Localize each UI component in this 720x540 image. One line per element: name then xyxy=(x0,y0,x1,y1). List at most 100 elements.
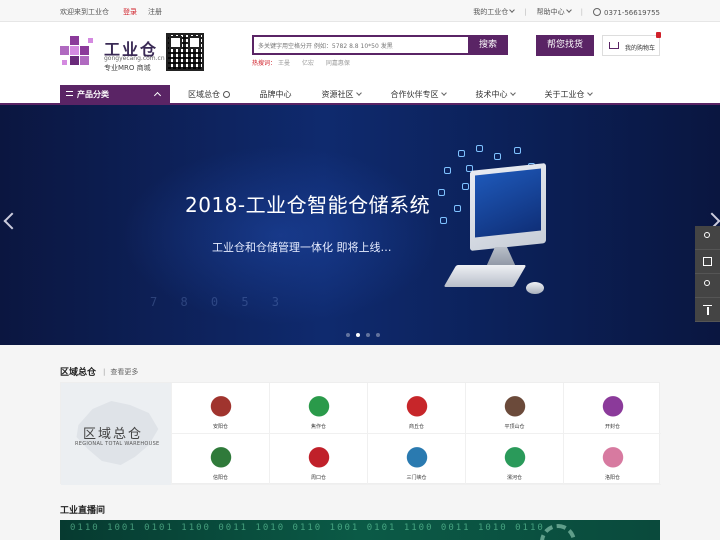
city-warehouse-item[interactable]: 焦作仓 xyxy=(269,383,367,434)
slide-dots xyxy=(346,333,380,337)
city-logo-icon xyxy=(405,392,428,418)
nav-item-resource-community[interactable]: 资源社区 xyxy=(321,85,362,105)
hot-keyword[interactable]: 同嘉惠保 xyxy=(326,60,350,67)
city-logo-icon xyxy=(209,392,232,418)
back-to-top-button[interactable] xyxy=(695,298,720,322)
slide-dot-active[interactable] xyxy=(356,333,360,337)
my-account-menu[interactable]: 我的工业仓 xyxy=(473,7,516,17)
region-panel: 区域总仓 REGIONAL TOTAL WAREHOUSE 安阳仓 焦作仓 商丘仓 平… xyxy=(60,382,661,485)
top-bar-right: 我的工业仓 | 帮助中心 | 0371-56619755 xyxy=(473,7,660,17)
header: 工业仓 gongyecang.com.cn 专业MRO 商城 搜索 热搜词： 王… xyxy=(0,22,720,85)
city-warehouse-item[interactable]: 平顶山仓 xyxy=(465,383,563,434)
help-center-menu[interactable]: 帮助中心 xyxy=(537,7,572,17)
logo-domain: gongyecang.com.cn xyxy=(104,55,165,62)
city-logo-icon xyxy=(209,443,232,469)
region-map-title: 区域总仓 xyxy=(83,427,144,442)
hot-keyword[interactable]: 王曼 xyxy=(278,60,290,67)
hot-keywords-label: 热搜词： xyxy=(252,60,277,67)
search-button[interactable]: 搜索 xyxy=(468,35,508,55)
city-warehouse-item[interactable]: 周口仓 xyxy=(269,434,367,485)
nav-item-partner-zone[interactable]: 合作伙伴专区 xyxy=(391,85,447,105)
logo[interactable]: 工业仓 gongyecang.com.cn 专业MRO 商城 xyxy=(60,32,165,76)
cart-icon xyxy=(609,42,619,49)
product-category-label: 产品分类 xyxy=(77,90,109,99)
cart-label: 我的购物车 xyxy=(625,45,656,52)
live-banner-binary: 0110 1001 0101 1100 0011 1010 0110 1001 … xyxy=(70,523,545,533)
help-circle-icon xyxy=(222,91,230,98)
logo-slogan: 专业MRO 商城 xyxy=(104,64,151,72)
slide-dot[interactable] xyxy=(346,333,350,337)
hot-keywords: 热搜词： 王曼 亿宏 同嘉惠保 xyxy=(252,58,360,67)
chevron-down-icon xyxy=(586,90,593,96)
keyboard-illustration xyxy=(443,265,527,287)
chevron-down-icon xyxy=(440,90,447,96)
headset-icon xyxy=(704,280,710,286)
city-logo-icon xyxy=(307,443,330,469)
city-name: 开封仓 xyxy=(604,424,620,430)
region-map[interactable]: 区域总仓 REGIONAL TOTAL WAREHOUSE xyxy=(61,383,171,485)
prev-slide-arrow-icon[interactable] xyxy=(3,212,21,230)
city-name: 焦作仓 xyxy=(310,424,326,430)
product-category-button[interactable]: 产品分类 xyxy=(60,85,170,105)
city-name: 商丘仓 xyxy=(408,424,424,430)
nav-item-label: 资源社区 xyxy=(321,90,354,99)
chevron-up-icon xyxy=(153,91,162,100)
city-name: 周口仓 xyxy=(310,475,326,481)
side-user-button[interactable] xyxy=(695,226,720,250)
slide-dot[interactable] xyxy=(376,333,380,337)
nav-items: 区域总仓 品牌中心 资源社区 合作伙伴专区 技术中心 关于工业仓 xyxy=(188,85,622,105)
city-warehouse-item[interactable]: 商丘仓 xyxy=(367,383,465,434)
city-logo-icon xyxy=(601,443,624,469)
city-name: 三门峡仓 xyxy=(406,475,427,481)
city-warehouse-item[interactable]: 三门峡仓 xyxy=(367,434,465,485)
banner-title: 2018-工业仓智能仓储系统 xyxy=(185,193,431,217)
mouse-illustration xyxy=(526,282,544,294)
chevron-down-icon xyxy=(355,90,362,96)
logo-mark-icon xyxy=(60,34,98,72)
live-section-title: 工业直播间 xyxy=(60,506,106,516)
my-account-label: 我的工业仓 xyxy=(473,8,509,16)
city-name: 漯河仓 xyxy=(506,475,522,481)
nav-item-label: 技术中心 xyxy=(475,90,508,99)
hot-keyword[interactable]: 亿宏 xyxy=(302,60,314,67)
nav-item-about[interactable]: 关于工业仓 xyxy=(545,85,593,105)
arrow-up-icon xyxy=(703,305,712,315)
city-warehouse-item[interactable]: 信阳仓 xyxy=(171,434,269,485)
phone-icon xyxy=(593,8,602,16)
nav-item-brand-center[interactable]: 品牌中心 xyxy=(260,85,292,105)
city-logo-icon xyxy=(601,392,624,418)
city-logo-icon xyxy=(503,443,526,469)
login-link[interactable]: 登录 xyxy=(123,7,137,17)
divider: | xyxy=(580,8,584,16)
city-logo-icon xyxy=(503,392,526,418)
hero-banner[interactable]: 7 8 0 5 3 2018-工业仓智能仓储系统 工业仓和仓储管理一体化 即将上… xyxy=(0,105,720,345)
side-toolbar xyxy=(695,226,720,322)
city-warehouse-item[interactable]: 开封仓 xyxy=(563,383,661,434)
top-bar: 欢迎来到工业仓 登录 注册 我的工业仓 | 帮助中心 | 0371-566197… xyxy=(0,0,720,22)
qr-icon xyxy=(703,257,712,266)
city-name: 信阳仓 xyxy=(212,475,228,481)
phone-text: 0371-56619755 xyxy=(604,9,660,17)
register-link[interactable]: 注册 xyxy=(148,7,162,17)
live-banner[interactable]: 0110 1001 0101 1100 0011 1010 0110 1001 … xyxy=(60,520,660,540)
banner-background-digits: 7 8 0 5 3 xyxy=(150,295,288,309)
region-section-title: 区域总仓 xyxy=(60,368,97,378)
cart-button[interactable]: 我的购物车 xyxy=(602,32,661,56)
city-warehouse-item[interactable]: 洛阳仓 xyxy=(563,434,661,485)
chevron-down-icon xyxy=(565,7,572,13)
find-goods-button[interactable]: 帮您找货 xyxy=(536,35,594,56)
city-warehouse-item[interactable]: 漯河仓 xyxy=(465,434,563,485)
see-more-link[interactable]: 查看更多 xyxy=(103,367,138,377)
nav-item-regional-warehouse[interactable]: 区域总仓 xyxy=(188,85,230,105)
city-warehouse-item[interactable]: 安阳仓 xyxy=(171,383,269,434)
search-input[interactable] xyxy=(258,40,458,52)
chevron-down-icon xyxy=(509,7,516,13)
gear-icon xyxy=(540,524,576,540)
welcome-text: 欢迎来到工业仓 xyxy=(60,8,109,16)
slide-dot[interactable] xyxy=(366,333,370,337)
monitor-stand xyxy=(486,247,516,267)
region-map-subtitle: REGIONAL TOTAL WAREHOUSE xyxy=(75,441,160,447)
side-service-button[interactable] xyxy=(695,274,720,298)
nav-item-tech-center[interactable]: 技术中心 xyxy=(475,85,516,105)
side-qr-button[interactable] xyxy=(695,250,720,274)
